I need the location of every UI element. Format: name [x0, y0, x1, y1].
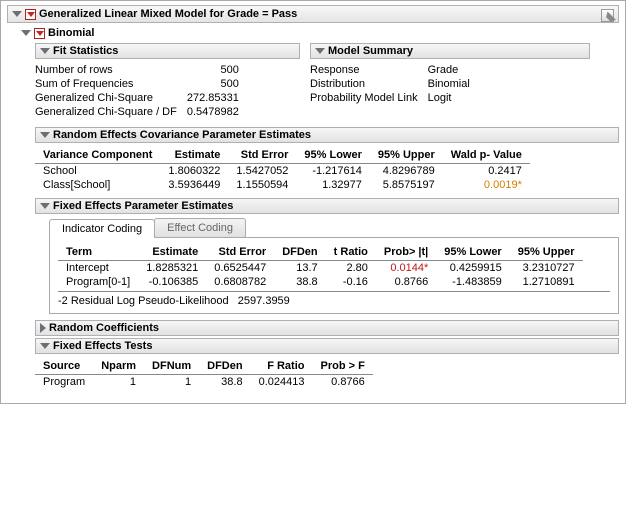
- table-row: Program 1 1 38.8 0.024413 0.8766: [35, 375, 373, 390]
- fixed-tests-header[interactable]: Fixed Effects Tests: [35, 338, 619, 354]
- fixed-est-tab-body: Term Estimate Std Error DFDen t Ratio Pr…: [49, 238, 619, 314]
- disclosure-open-icon[interactable]: [40, 48, 50, 54]
- table-row: Number of rows500: [35, 63, 249, 77]
- model-summary-title: Model Summary: [328, 45, 413, 57]
- fixed-est-title: Fixed Effects Parameter Estimates: [53, 200, 233, 212]
- fit-stats-title: Fit Statistics: [53, 45, 118, 57]
- disclosure-open-icon[interactable]: [315, 48, 325, 54]
- hotspot-icon[interactable]: [25, 9, 36, 20]
- fixed-tests-title: Fixed Effects Tests: [53, 340, 152, 352]
- fit-stats-header[interactable]: Fit Statistics: [35, 43, 300, 59]
- coding-tabs: Indicator Coding Effect Coding: [49, 218, 619, 238]
- report-header[interactable]: Generalized Linear Mixed Model for Grade…: [7, 5, 619, 23]
- disclosure-open-icon[interactable]: [12, 11, 22, 17]
- fit-stats-table: Number of rows500 Sum of Frequencies500 …: [35, 63, 249, 119]
- table-row: DistributionBinomial: [310, 77, 480, 91]
- table-row: Sum of Frequencies500: [35, 77, 249, 91]
- random-coef-header[interactable]: Random Coefficients: [35, 320, 619, 336]
- model-summary-header[interactable]: Model Summary: [310, 43, 590, 59]
- tab-indicator-coding[interactable]: Indicator Coding: [49, 219, 155, 238]
- table-row: ResponseGrade: [310, 63, 480, 77]
- report-panel: Generalized Linear Mixed Model for Grade…: [0, 0, 626, 404]
- binomial-header[interactable]: Binomial: [21, 27, 619, 39]
- table-row: Intercept 1.8285321 0.6525447 13.7 2.80 …: [58, 261, 583, 276]
- random-cov-header[interactable]: Random Effects Covariance Parameter Esti…: [35, 127, 619, 143]
- random-cov-title: Random Effects Covariance Parameter Esti…: [53, 129, 311, 141]
- tab-effect-coding[interactable]: Effect Coding: [154, 218, 246, 237]
- popout-icon[interactable]: [601, 9, 614, 22]
- random-coef-title: Random Coefficients: [49, 322, 159, 334]
- disclosure-open-icon[interactable]: [21, 30, 31, 36]
- table-row: Generalized Chi-Square / DF0.5478982: [35, 105, 249, 119]
- pseudo-likelihood-row: -2 Residual Log Pseudo-Likelihood 2597.3…: [58, 291, 610, 307]
- disclosure-closed-icon[interactable]: [40, 323, 46, 333]
- table-row: School 1.8060322 1.5427052 -1.217614 4.8…: [35, 164, 530, 179]
- table-row: Program[0-1] -0.106385 0.6808782 38.8 -0…: [58, 275, 583, 289]
- hotspot-icon[interactable]: [34, 28, 45, 39]
- disclosure-open-icon[interactable]: [40, 203, 50, 209]
- disclosure-open-icon[interactable]: [40, 343, 50, 349]
- binomial-title: Binomial: [48, 27, 94, 39]
- model-summary-table: ResponseGrade DistributionBinomial Proba…: [310, 63, 480, 105]
- table-row: Probability Model LinkLogit: [310, 91, 480, 105]
- report-title: Generalized Linear Mixed Model for Grade…: [39, 8, 297, 20]
- random-cov-table: Variance Component Estimate Std Error 95…: [35, 147, 530, 192]
- disclosure-open-icon[interactable]: [40, 132, 50, 138]
- table-row: Class[School] 3.5936449 1.1550594 1.3297…: [35, 178, 530, 192]
- fixed-est-header[interactable]: Fixed Effects Parameter Estimates: [35, 198, 619, 214]
- fixed-tests-table: Source Nparm DFNum DFDen F Ratio Prob > …: [35, 358, 373, 389]
- fixed-est-table: Term Estimate Std Error DFDen t Ratio Pr…: [58, 244, 583, 289]
- table-row: Generalized Chi-Square272.85331: [35, 91, 249, 105]
